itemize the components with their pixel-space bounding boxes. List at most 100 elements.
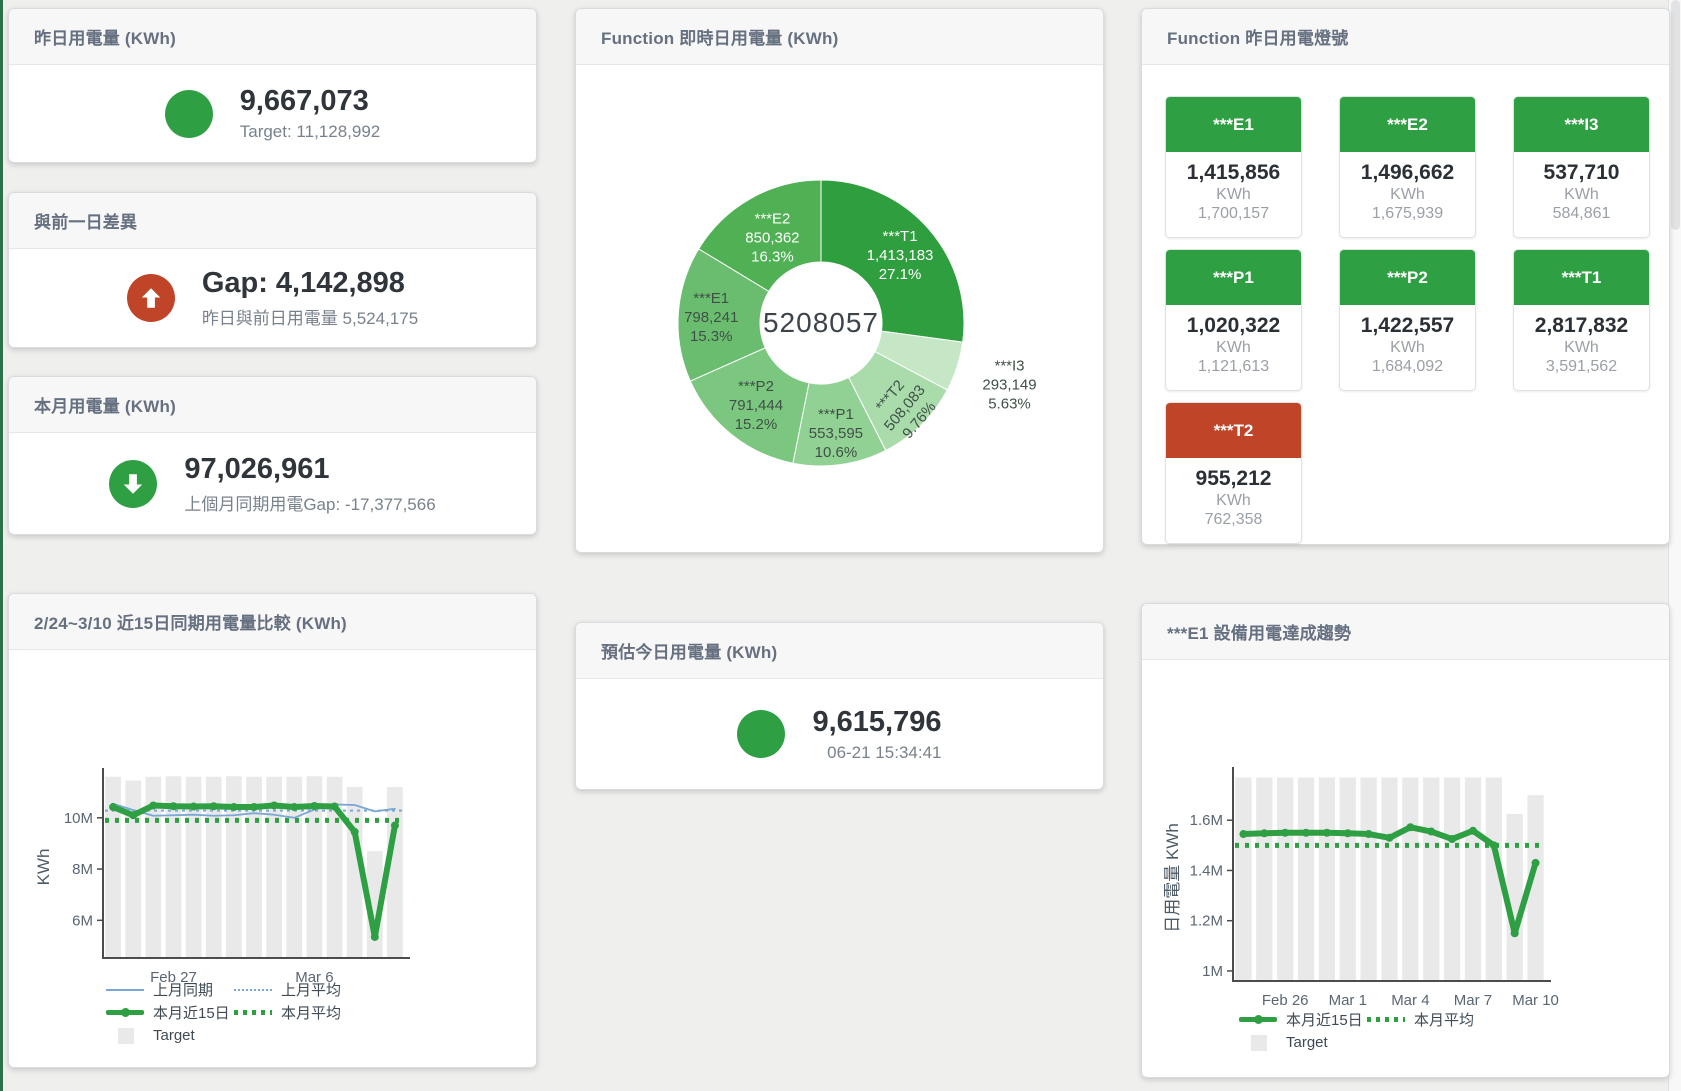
legend-item[interactable]: Target <box>106 1027 195 1044</box>
legend-row: 本月近15日 本月平均 <box>106 1001 341 1024</box>
lamp-card-e2: ***E2 1,496,662 KWh 1,675,939 <box>1339 96 1476 238</box>
panel-lamp-status: Function 昨日用電燈號 ***E1 1,415,856 KWh 1,70… <box>1141 8 1670 545</box>
lamp-card-value: 1,415,856 <box>1170 161 1297 185</box>
panel-title: Function 即時日用電量 (KWh) <box>601 24 838 49</box>
panel-header: Function 昨日用電燈號 <box>1142 9 1669 65</box>
lamp-card-header: ***P2 <box>1340 250 1475 305</box>
svg-text:Mar 4: Mar 4 <box>1391 992 1429 1009</box>
panel-realtime-usage: Function 即時日用電量 (KWh) ***T11,413,18327.1… <box>575 8 1104 553</box>
lamp-card-e1: ***E1 1,415,856 KWh 1,700,157 <box>1165 96 1302 238</box>
svg-text:Mar 10: Mar 10 <box>1512 992 1559 1009</box>
donut-chart[interactable]: ***T11,413,18327.1%***I3293,1495.63%***T… <box>576 65 1105 554</box>
lamp-card-unit: KWh <box>1518 339 1645 357</box>
panel-yesterday-usage: 昨日用電量 (KWh) 9,667,073 Target: 11,128,992 <box>8 8 537 163</box>
yesterday-usage-target: Target: 11,128,992 <box>240 122 381 142</box>
scrollbar-thumb[interactable] <box>1671 0 1680 230</box>
legend-label: Target <box>153 1027 195 1044</box>
lamp-card-p1: ***P1 1,020,322 KWh 1,121,613 <box>1165 249 1302 391</box>
lamp-card-header: ***P1 <box>1166 250 1301 305</box>
legend-label: 本月近15日 <box>153 1002 230 1023</box>
lamp-cards-grid: ***E1 1,415,856 KWh 1,700,157 ***E2 1,49… <box>1142 65 1669 544</box>
thick-line-swatch <box>106 1010 144 1015</box>
lamp-card-header: ***I3 <box>1514 97 1649 152</box>
svg-text:1.6M: 1.6M <box>1190 812 1223 829</box>
compare-chart-legend: 上月同期 上月平均本月近15日 本月平均 Target <box>106 978 341 1047</box>
lamp-card-value: 1,422,557 <box>1344 314 1471 338</box>
panel-header: 2/24~3/10 近15日同期用電量比較 (KWh) <box>9 594 536 650</box>
lamp-card-i3: ***I3 537,710 KWh 584,861 <box>1513 96 1650 238</box>
day-gap-value: Gap: 4,142,898 <box>202 267 418 300</box>
legend-item[interactable]: 本月近15日 <box>1239 1009 1367 1030</box>
arrow-up-icon <box>127 274 175 322</box>
lamp-card-target: 1,675,939 <box>1344 205 1471 223</box>
panel-title: 昨日用電量 (KWh) <box>34 24 176 49</box>
svg-text:1.4M: 1.4M <box>1190 862 1223 879</box>
estimate-value: 9,615,796 <box>812 706 941 739</box>
lamp-card-unit: KWh <box>1344 186 1471 204</box>
lamp-card-header: ***T1 <box>1514 250 1649 305</box>
svg-text:日用電量 KWh: 日用電量 KWh <box>1163 823 1182 933</box>
thick-dotted-line-swatch <box>1367 1017 1405 1022</box>
thick-line-swatch <box>1239 1017 1277 1022</box>
svg-text:8M: 8M <box>72 861 93 878</box>
legend-label: 上月平均 <box>281 979 341 1000</box>
legend-label: 本月近15日 <box>1286 1009 1363 1030</box>
yesterday-usage-value: 9,667,073 <box>240 85 381 118</box>
panel-header: 昨日用電量 (KWh) <box>9 9 536 65</box>
panel-title: 與前一日差異 <box>34 208 137 233</box>
legend-item[interactable]: Target <box>1239 1034 1328 1051</box>
lamp-card-target: 762,358 <box>1170 511 1297 529</box>
lamp-card-target: 3,591,562 <box>1518 358 1645 376</box>
lamp-card-value: 537,710 <box>1518 161 1645 185</box>
lamp-card-unit: KWh <box>1518 186 1645 204</box>
legend-label: 本月平均 <box>281 1002 341 1023</box>
svg-text:Mar 1: Mar 1 <box>1329 992 1367 1009</box>
lamp-card-value: 1,496,662 <box>1344 161 1471 185</box>
dotted-line-swatch <box>234 989 272 991</box>
panel-e1-trend: ***E1 設備用電達成趨勢 1M1.2M1.4M1.6MFeb 26Mar 1… <box>1141 603 1670 1078</box>
lamp-card-target: 1,121,613 <box>1170 358 1297 376</box>
panel-header: Function 即時日用電量 (KWh) <box>576 9 1103 65</box>
lamp-card-header: ***E2 <box>1340 97 1475 152</box>
lamp-card-value: 955,212 <box>1170 467 1297 491</box>
svg-text:10M: 10M <box>64 810 93 827</box>
status-circle-icon <box>737 710 785 758</box>
legend-item[interactable]: 本月近15日 <box>106 1002 234 1023</box>
lamp-card-value: 2,817,832 <box>1518 314 1645 338</box>
panel-estimate-today: 預估今日用電量 (KWh) 9,615,796 06-21 15:34:41 <box>575 622 1104 790</box>
svg-text:6M: 6M <box>72 912 93 929</box>
legend-row: Target <box>106 1024 341 1047</box>
lamp-card-unit: KWh <box>1170 186 1297 204</box>
dashboard: 昨日用電量 (KWh) 9,667,073 Target: 11,128,992… <box>0 0 1681 1091</box>
legend-item[interactable]: 上月平均 <box>234 979 341 1000</box>
lamp-card-unit: KWh <box>1170 492 1297 510</box>
legend-item[interactable]: 上月同期 <box>106 979 234 1000</box>
legend-label: Target <box>1286 1034 1328 1051</box>
lamp-card-header: ***T2 <box>1166 403 1301 458</box>
month-usage-gap: 上個月同期用電Gap: -17,377,566 <box>184 490 435 515</box>
svg-text:KWh: KWh <box>34 849 53 886</box>
panel-title: Function 昨日用電燈號 <box>1167 24 1348 49</box>
lamp-card-target: 1,700,157 <box>1170 205 1297 223</box>
target-swatch <box>1251 1035 1267 1051</box>
legend-item[interactable]: 本月平均 <box>234 1002 341 1023</box>
legend-row: Target <box>1239 1031 1474 1054</box>
lamp-card-value: 1,020,322 <box>1170 314 1297 338</box>
panel-header: 與前一日差異 <box>9 193 536 249</box>
lamp-card-t1: ***T1 2,817,832 KWh 3,591,562 <box>1513 249 1650 391</box>
svg-text:1.2M: 1.2M <box>1190 913 1223 930</box>
panel-header: ***E1 設備用電達成趨勢 <box>1142 604 1669 660</box>
thick-dotted-line-swatch <box>234 1010 272 1015</box>
panel-title: 預估今日用電量 (KWh) <box>601 638 777 663</box>
svg-text:1M: 1M <box>1202 963 1223 980</box>
legend-label: 本月平均 <box>1414 1009 1474 1030</box>
svg-text:***I3293,1495.63%: ***I3293,1495.63% <box>982 358 1036 413</box>
legend-item[interactable]: 本月平均 <box>1367 1009 1474 1030</box>
target-swatch <box>118 1028 134 1044</box>
lamp-card-target: 1,684,092 <box>1344 358 1471 376</box>
day-gap-sub: 昨日與前日用電量 5,524,175 <box>202 304 418 329</box>
status-circle-icon <box>165 90 213 138</box>
svg-text:Mar 7: Mar 7 <box>1454 992 1492 1009</box>
legend-row: 本月近15日 本月平均 <box>1239 1008 1474 1031</box>
panel-title: 本月用電量 (KWh) <box>34 392 176 417</box>
